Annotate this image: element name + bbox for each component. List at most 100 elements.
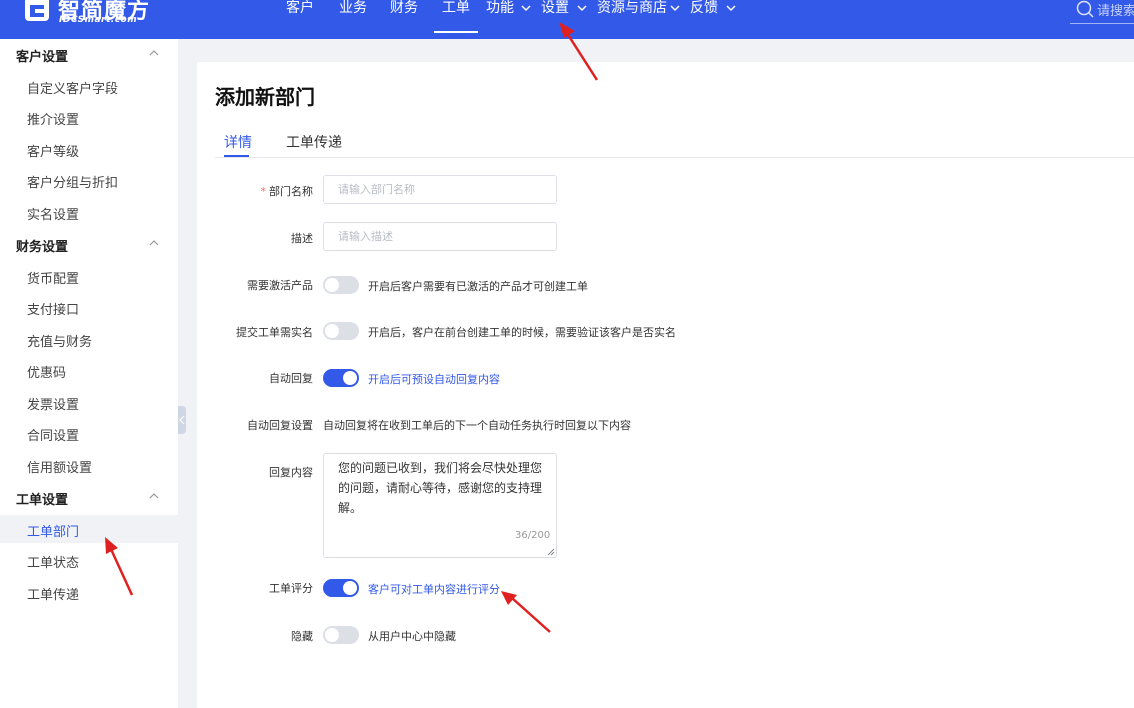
require-active-product-label: 需要激活产品 <box>247 279 313 292</box>
sidebar-item-label: 工单部门 <box>27 525 80 540</box>
require-realname-toggle[interactable] <box>323 322 359 340</box>
sidebar-item-label: 信用额设置 <box>27 461 93 476</box>
sidebar-item-custom-customer-fields[interactable]: 自定义客户字段 <box>0 72 178 100</box>
nav-item-functions[interactable]: 功能 <box>486 0 514 16</box>
sidebar-item-ticket-statuses[interactable]: 工单状态 <box>0 546 178 574</box>
dept-name-input[interactable] <box>323 175 557 204</box>
sidebar-item-label: 优惠码 <box>27 366 67 381</box>
sidebar-item-label: 支付接口 <box>27 303 80 318</box>
sidebar-collapse-handle[interactable] <box>178 406 186 434</box>
top-navigation-bar: 智简魔方 IDCSmart.com 客户 业务 财务 工单 功能 设置 资源与商… <box>0 0 1134 39</box>
auto-reply-label: 自动回复 <box>269 372 313 385</box>
settings-sidebar: 客户设置 自定义客户字段 推介设置 客户等级 客户分组与折扣 实名设置 财务设置… <box>0 39 178 708</box>
chevron-up-icon <box>149 493 159 499</box>
sidebar-item-recharge-finance[interactable]: 充值与财务 <box>0 325 178 353</box>
hidden-label: 隐藏 <box>291 630 313 643</box>
chevron-down-icon[interactable] <box>668 1 682 15</box>
nav-item-resources-store[interactable]: 资源与商店 <box>597 0 667 16</box>
sidebar-item-realname-settings[interactable]: 实名设置 <box>0 198 178 226</box>
dept-name-label-text: 部门名称 <box>269 185 313 198</box>
sidebar-item-ticket-departments[interactable]: 工单部门 <box>0 515 178 543</box>
toggle-knob <box>343 371 357 385</box>
sidebar-group-ticket-settings[interactable]: 工单设置 <box>0 483 178 511</box>
hidden-hint: 从用户中心中隐藏 <box>368 630 456 643</box>
chevron-down-icon[interactable] <box>724 1 738 15</box>
sidebar-item-label: 自定义客户字段 <box>27 82 119 97</box>
add-department-panel: 添加新部门 详情 工单传递 *部门名称 描述 需要激活产品 开启后客户需要有已激… <box>197 62 1134 708</box>
sidebar-item-label: 推介设置 <box>27 113 80 128</box>
ticket-rating-label: 工单评分 <box>269 582 313 595</box>
sidebar-item-referral-settings[interactable]: 推介设置 <box>0 103 178 131</box>
description-input[interactable] <box>323 222 557 251</box>
sidebar-item-label: 客户等级 <box>27 145 80 160</box>
reply-content-label: 回复内容 <box>269 466 313 479</box>
chevron-down-icon[interactable] <box>575 1 589 15</box>
sidebar-item-label: 充值与财务 <box>27 335 93 350</box>
sidebar-group-title: 财务设置 <box>16 240 69 255</box>
sidebar-item-contract-settings[interactable]: 合同设置 <box>0 419 178 447</box>
nav-item-settings[interactable]: 设置 <box>541 0 569 16</box>
search-placeholder: 请搜索 <box>1097 4 1134 19</box>
page-title: 添加新部门 <box>215 85 315 109</box>
auto-reply-setting-text: 自动回复将在收到工单后的下一个自动任务执行时回复以下内容 <box>323 419 631 432</box>
tab-divider <box>215 157 1134 158</box>
toggle-knob <box>325 324 339 338</box>
global-search[interactable]: 请搜索 <box>1070 0 1134 24</box>
sidebar-item-label: 客户分组与折扣 <box>27 176 119 191</box>
brand-tagline: IDCSmart.com <box>59 15 138 25</box>
description-label: 描述 <box>291 232 313 245</box>
resize-grip-icon[interactable] <box>546 547 555 556</box>
nav-item-business[interactable]: 业务 <box>339 0 367 16</box>
nav-item-feedback[interactable]: 反馈 <box>690 0 718 16</box>
sidebar-item-coupons[interactable]: 优惠码 <box>0 356 178 384</box>
sidebar-item-invoice-settings[interactable]: 发票设置 <box>0 388 178 416</box>
ticket-rating-hint: 客户可对工单内容进行评分 <box>368 583 500 596</box>
require-realname-hint: 开启后，客户在前台创建工单的时候，需要验证该客户是否实名 <box>368 326 676 339</box>
sidebar-item-label: 发票设置 <box>27 398 80 413</box>
active-nav-indicator <box>434 31 478 33</box>
brand-logo[interactable]: 智简魔方 IDCSmart.com <box>22 0 162 30</box>
dept-name-label: * 部门名称 <box>197 183 314 199</box>
toggle-knob <box>325 278 339 292</box>
sidebar-group-customer-settings[interactable]: 客户设置 <box>0 40 178 68</box>
chevron-up-icon <box>149 50 159 56</box>
ticket-rating-toggle[interactable] <box>323 579 359 597</box>
chevron-up-icon <box>149 240 159 246</box>
nav-item-customers[interactable]: 客户 <box>286 0 314 16</box>
required-mark: * <box>260 185 267 198</box>
nav-item-tickets[interactable]: 工单 <box>442 0 470 16</box>
auto-reply-setting-label: 自动回复设置 <box>247 419 313 432</box>
sidebar-item-ticket-transfer[interactable]: 工单传递 <box>0 578 178 606</box>
char-counter: 36/200 <box>515 530 551 541</box>
sidebar-item-customer-groups-discounts[interactable]: 客户分组与折扣 <box>0 166 178 194</box>
sidebar-item-label: 工单传递 <box>27 588 80 603</box>
require-active-product-hint: 开启后客户需要有已激活的产品才可创建工单 <box>368 280 588 293</box>
sidebar-item-label: 合同设置 <box>27 429 80 444</box>
require-active-product-toggle[interactable] <box>323 276 359 294</box>
sidebar-item-label: 工单状态 <box>27 556 80 571</box>
logo-mark-icon <box>25 0 49 21</box>
tab-details[interactable]: 详情 <box>224 132 252 152</box>
sidebar-item-customer-levels[interactable]: 客户等级 <box>0 135 178 163</box>
auto-reply-hint: 开启后可预设自动回复内容 <box>368 373 500 386</box>
auto-reply-toggle[interactable] <box>323 369 359 387</box>
active-tab-indicator <box>224 155 249 157</box>
toggle-knob <box>343 581 357 595</box>
search-icon <box>1076 0 1094 18</box>
sidebar-group-title: 客户设置 <box>16 50 69 65</box>
sidebar-item-payment-gateways[interactable]: 支付接口 <box>0 293 178 321</box>
sidebar-item-credit-settings[interactable]: 信用额设置 <box>0 451 178 479</box>
nav-item-finance[interactable]: 财务 <box>390 0 418 16</box>
sidebar-item-currency-config[interactable]: 货币配置 <box>0 262 178 290</box>
hidden-toggle[interactable] <box>323 626 359 644</box>
sidebar-item-label: 货币配置 <box>27 272 80 287</box>
chevron-left-icon <box>179 415 185 425</box>
sidebar-item-label: 实名设置 <box>27 208 80 223</box>
chevron-down-icon[interactable] <box>519 1 533 15</box>
sidebar-group-finance-settings[interactable]: 财务设置 <box>0 230 178 258</box>
sidebar-group-title: 工单设置 <box>16 493 69 508</box>
tab-ticket-transfer[interactable]: 工单传递 <box>286 132 342 152</box>
toggle-knob <box>325 628 339 642</box>
require-realname-label: 提交工单需实名 <box>236 326 313 339</box>
reply-content-textarea[interactable]: 您的问题已收到，我们将会尽快处理您的问题，请耐心等待，感谢您的支持理解。 <box>323 453 557 558</box>
